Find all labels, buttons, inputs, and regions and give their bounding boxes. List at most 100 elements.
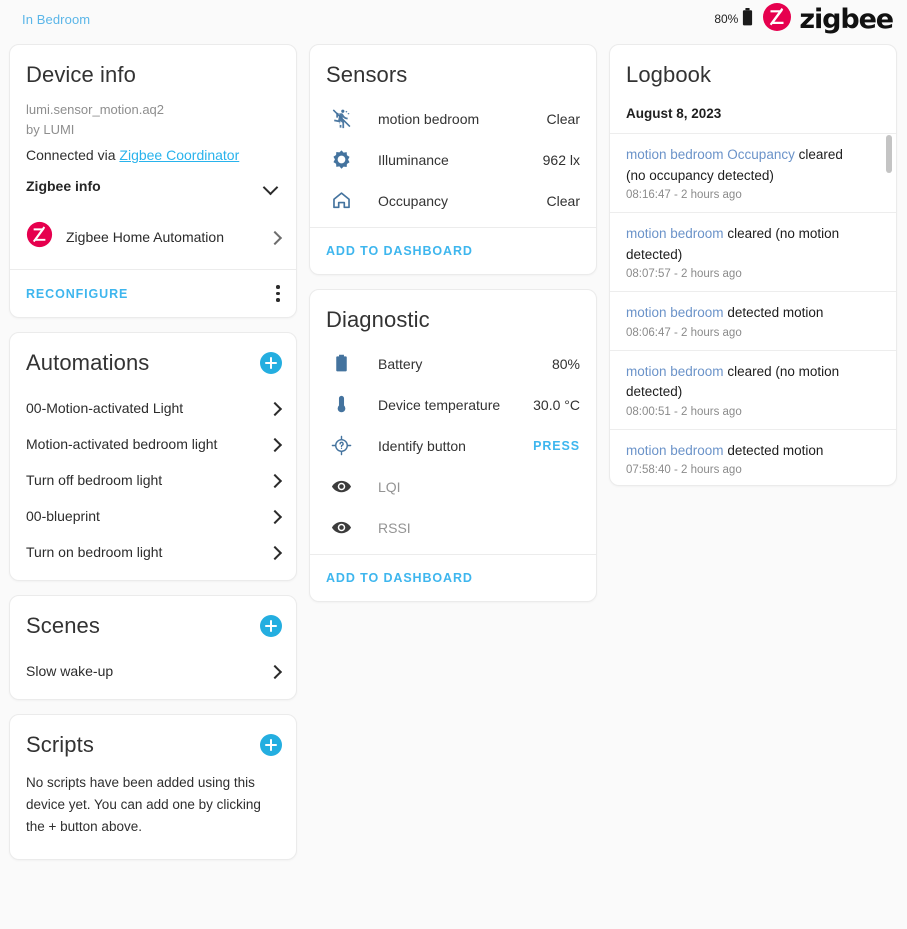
entity-row-occupancy[interactable]: Occupancy Clear <box>310 180 596 221</box>
logbook-entry-text: motion bedroom detected motion <box>626 303 866 324</box>
integration-row-zha[interactable]: Zigbee Home Automation <box>26 205 280 269</box>
zigbee-wordmark: zigbee <box>799 6 893 33</box>
logbook-entry-time: 08:06:47 - 2 hours ago <box>626 324 866 339</box>
automation-label: Motion-activated bedroom light <box>26 436 217 452</box>
overflow-menu-icon[interactable] <box>274 283 278 304</box>
logbook-entry-text: motion bedroom cleared (no motion detect… <box>626 224 866 265</box>
zigbee-info-expander[interactable]: Zigbee info <box>26 167 280 205</box>
list-item[interactable]: Motion-activated bedroom light <box>10 426 296 462</box>
add-script-button[interactable] <box>260 734 282 756</box>
scripts-card: Scripts No scripts have been added using… <box>9 714 297 861</box>
sensors-title: Sensors <box>310 45 596 94</box>
entity-name: Battery <box>378 356 552 372</box>
device-page-columns: Device info lumi.sensor_motion.aq2 by LU… <box>0 38 907 860</box>
logbook-entity-link[interactable]: motion bedroom <box>626 226 724 241</box>
logbook-entity-link[interactable]: motion bedroom <box>626 364 724 379</box>
entity-value: Clear <box>547 111 580 127</box>
entity-row-identify-button[interactable]: Identify button PRESS <box>310 425 596 466</box>
logbook-entry-time: 08:16:47 - 2 hours ago <box>626 186 866 201</box>
zigbee-mark-icon <box>762 2 792 37</box>
list-item[interactable]: Turn off bedroom light <box>10 462 296 498</box>
list-item[interactable]: motion bedroom Occupancy cleared (no occ… <box>610 133 896 212</box>
entity-name: Occupancy <box>378 193 547 209</box>
entity-row-rssi[interactable]: RSSI <box>310 507 596 548</box>
logbook-entry-time: 08:00:51 - 2 hours ago <box>626 403 866 418</box>
list-item[interactable]: 00-Motion-activated Light <box>10 390 296 426</box>
home-outline-icon <box>328 190 354 211</box>
reconfigure-button[interactable]: RECONFIGURE <box>26 287 128 301</box>
logbook-entry-time: 07:58:40 - 2 hours ago <box>626 461 866 476</box>
eye-icon <box>328 517 354 538</box>
entity-row-battery[interactable]: Battery 80% <box>310 343 596 384</box>
scripts-title: Scripts <box>26 732 94 758</box>
device-info-title: Device info <box>10 45 296 94</box>
left-column: Device info lumi.sensor_motion.aq2 by LU… <box>9 44 297 860</box>
diagnostic-card: Diagnostic Battery 80% <box>309 289 597 602</box>
integration-name-label: Zigbee Home Automation <box>66 229 257 245</box>
kebab-dot <box>276 292 280 296</box>
identify-press-button[interactable]: PRESS <box>533 439 580 453</box>
list-item[interactable]: motion bedroom detected motion 07:58:40 … <box>610 429 896 485</box>
list-item[interactable]: Slow wake-up <box>10 653 296 689</box>
logbook-entity-link[interactable]: motion bedroom <box>626 305 724 320</box>
breadcrumb-in-bedroom[interactable]: In Bedroom <box>22 12 90 27</box>
add-to-dashboard-button[interactable]: ADD TO DASHBOARD <box>326 571 473 585</box>
kebab-dot <box>276 298 280 302</box>
entity-value: Clear <box>547 193 580 209</box>
logbook-entry-message: detected motion <box>724 305 824 320</box>
entity-row-device-temperature[interactable]: Device temperature 30.0 °C <box>310 384 596 425</box>
logbook-scrollbar-thumb[interactable] <box>886 135 892 173</box>
list-item[interactable]: motion bedroom detected motion 08:06:47 … <box>610 291 896 350</box>
right-column: Logbook August 8, 2023 motion bedroom Oc… <box>609 44 897 486</box>
logbook-entry-text: motion bedroom detected motion <box>626 441 866 462</box>
sensors-footer: ADD TO DASHBOARD <box>310 227 596 274</box>
logbook-title: Logbook <box>610 45 896 98</box>
battery-icon <box>328 353 354 374</box>
add-to-dashboard-button[interactable]: ADD TO DASHBOARD <box>326 244 473 258</box>
list-item[interactable]: Turn on bedroom light <box>10 534 296 570</box>
automations-list: 00-Motion-activated Light Motion-activat… <box>10 382 296 580</box>
chevron-right-icon <box>270 473 280 487</box>
device-info-card: Device info lumi.sensor_motion.aq2 by LU… <box>9 44 297 318</box>
logbook-scroll-area[interactable]: motion bedroom Occupancy cleared (no occ… <box>610 133 896 485</box>
connected-via-prefix: Connected via <box>26 147 119 163</box>
motion-sensor-off-icon <box>328 108 354 129</box>
chevron-right-icon <box>270 437 280 451</box>
brightness-icon <box>328 149 354 170</box>
entity-row-motion-bedroom[interactable]: motion bedroom Clear <box>310 98 596 139</box>
zigbee-coordinator-link[interactable]: Zigbee Coordinator <box>119 147 239 163</box>
entity-name: Identify button <box>378 438 533 454</box>
automations-title: Automations <box>26 350 149 376</box>
scenes-list: Slow wake-up <box>10 645 296 699</box>
sensors-entity-list: motion bedroom Clear Illuminance 962 lx <box>310 94 596 227</box>
logbook-entry-text: motion bedroom cleared (no motion detect… <box>626 362 866 403</box>
list-item[interactable]: motion bedroom cleared (no motion detect… <box>610 212 896 291</box>
thermometer-icon <box>328 394 354 415</box>
logbook-date-header: August 8, 2023 <box>610 98 896 133</box>
device-info-body: lumi.sensor_motion.aq2 by LUMI Connected… <box>10 94 296 269</box>
logbook-entity-link[interactable]: motion bedroom Occupancy <box>626 147 795 162</box>
device-model: lumi.sensor_motion.aq2 <box>26 100 280 120</box>
entity-row-illuminance[interactable]: Illuminance 962 lx <box>310 139 596 180</box>
chevron-right-icon <box>270 230 280 244</box>
logbook-entity-link[interactable]: motion bedroom <box>626 443 724 458</box>
logbook-entry-time: 08:07:57 - 2 hours ago <box>626 265 866 280</box>
list-item[interactable]: motion bedroom cleared (no motion detect… <box>610 350 896 429</box>
list-item[interactable]: 00-blueprint <box>10 498 296 534</box>
battery-icon <box>742 8 753 31</box>
add-scene-button[interactable] <box>260 615 282 637</box>
entity-row-lqi[interactable]: LQI <box>310 466 596 507</box>
device-connected-via: Connected via Zigbee Coordinator <box>26 140 280 167</box>
chevron-right-icon <box>270 545 280 559</box>
logbook-card: Logbook August 8, 2023 motion bedroom Oc… <box>609 44 897 486</box>
chevron-right-icon <box>270 401 280 415</box>
logbook-scrollbar[interactable] <box>886 133 892 485</box>
middle-column: Sensors motion bedroom Clear <box>309 44 597 602</box>
scenes-header: Scenes <box>10 596 296 645</box>
entity-name: Illuminance <box>378 152 543 168</box>
add-automation-button[interactable] <box>260 352 282 374</box>
battery-percent-label: 80% <box>714 12 738 26</box>
automations-header: Automations <box>10 333 296 382</box>
kebab-dot <box>276 285 280 289</box>
chevron-right-icon <box>270 509 280 523</box>
